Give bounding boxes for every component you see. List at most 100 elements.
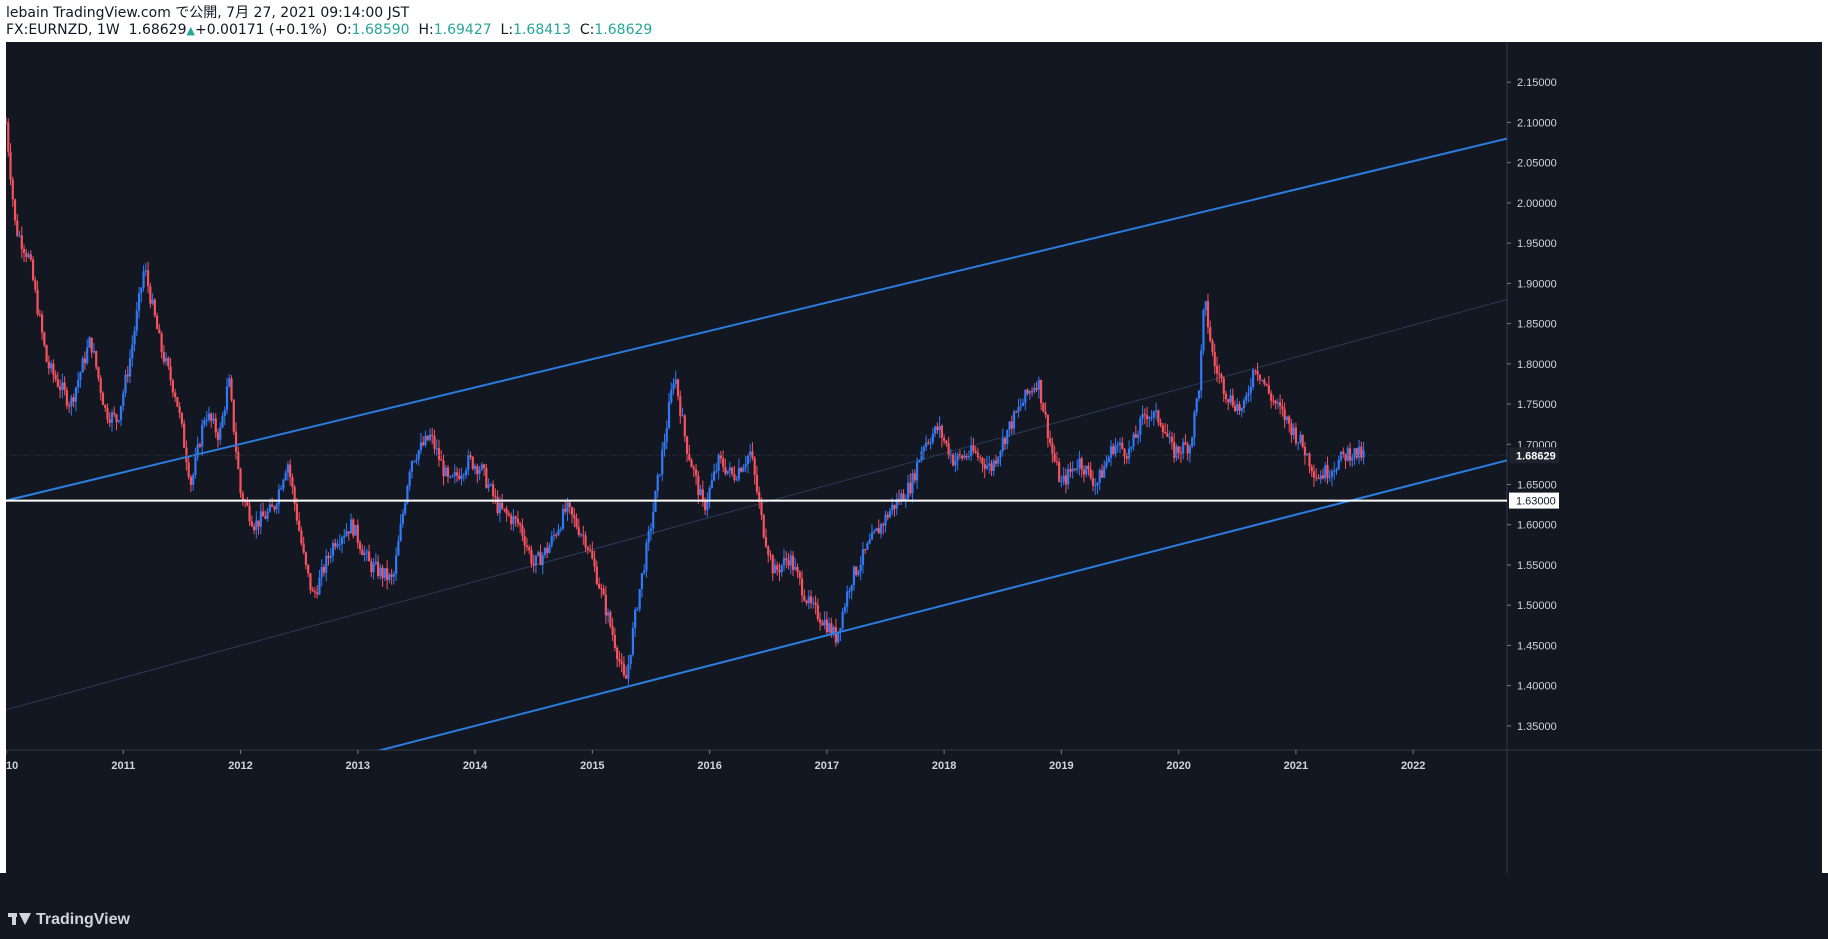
candle-body bbox=[755, 474, 759, 492]
candle-body bbox=[440, 459, 443, 461]
candle-body bbox=[496, 497, 499, 514]
candle-body bbox=[548, 545, 551, 553]
candle-body bbox=[823, 619, 826, 626]
candle-body bbox=[555, 534, 558, 536]
candle-body bbox=[947, 443, 950, 456]
candle-body bbox=[1103, 466, 1106, 478]
candle-body bbox=[1202, 309, 1205, 351]
y-tick-label: 1.45000 bbox=[1517, 640, 1557, 652]
candle-body bbox=[216, 432, 220, 440]
candle-body bbox=[954, 460, 957, 466]
candle-body bbox=[187, 462, 190, 477]
candle-body bbox=[264, 516, 267, 519]
candle-body bbox=[458, 475, 461, 479]
candle-body bbox=[131, 344, 134, 359]
candle-body bbox=[809, 596, 813, 604]
candle-body bbox=[498, 502, 501, 514]
candle-body bbox=[918, 460, 921, 463]
candle-body bbox=[86, 347, 89, 364]
candle-body bbox=[43, 332, 46, 346]
candle-body bbox=[1213, 352, 1216, 366]
candle-body bbox=[113, 412, 116, 415]
candle-body bbox=[934, 426, 937, 434]
candle-body bbox=[512, 516, 515, 525]
candle-body bbox=[1276, 402, 1279, 404]
candle-body bbox=[940, 425, 943, 438]
candle-body bbox=[313, 591, 317, 593]
candle-body bbox=[1008, 421, 1011, 430]
candle-body bbox=[444, 467, 447, 477]
candle-body bbox=[464, 470, 468, 475]
candle-body bbox=[11, 179, 14, 200]
candle-body bbox=[437, 448, 441, 460]
candle-body bbox=[647, 531, 650, 543]
candle-body bbox=[1161, 425, 1164, 433]
candle-body bbox=[40, 314, 44, 333]
candle-body bbox=[591, 550, 594, 559]
candle-body bbox=[95, 351, 98, 368]
branding[interactable]: TradingView bbox=[8, 911, 130, 929]
candle-body bbox=[1306, 453, 1309, 456]
candle-body bbox=[115, 414, 118, 422]
candle-body bbox=[850, 585, 853, 591]
candle-body bbox=[613, 635, 616, 648]
candle-body bbox=[1058, 462, 1061, 482]
candle-body bbox=[510, 515, 513, 525]
symbol-label: FX:EURNZD, 1W bbox=[6, 22, 120, 38]
candle-body bbox=[192, 474, 195, 485]
price-chart[interactable]: 1.35000 1.40000 1.45000 1.50000 1.55000 1.600… bbox=[6, 42, 1822, 873]
candle-body bbox=[135, 310, 138, 331]
candle-body bbox=[1227, 399, 1230, 403]
candle-body bbox=[1292, 427, 1295, 435]
candle-body bbox=[706, 501, 709, 511]
candle-body bbox=[16, 220, 19, 236]
y-tick-label: 2.00000 bbox=[1517, 198, 1557, 210]
x-tick-label: 2022 bbox=[1401, 760, 1425, 772]
candle-body bbox=[126, 374, 129, 377]
brand-name: TradingView bbox=[36, 911, 130, 928]
candle-body bbox=[1168, 436, 1171, 438]
candle-body bbox=[744, 464, 747, 468]
candle-body bbox=[119, 405, 123, 421]
candle-body bbox=[1360, 446, 1363, 458]
candle-body bbox=[866, 543, 869, 550]
candle-body bbox=[782, 558, 786, 566]
candle-body bbox=[140, 287, 143, 294]
candle-body bbox=[1046, 414, 1049, 439]
x-tick-label: 2013 bbox=[346, 760, 370, 772]
candle-body bbox=[952, 454, 955, 466]
candle-body bbox=[390, 574, 393, 577]
candle-body bbox=[289, 464, 292, 478]
candle-body bbox=[597, 584, 601, 589]
candle-body bbox=[994, 460, 998, 464]
candle-body bbox=[122, 392, 125, 406]
candle-body bbox=[207, 413, 211, 420]
candle-body bbox=[1222, 378, 1225, 394]
candle-body bbox=[1204, 301, 1207, 310]
candle-body bbox=[1130, 446, 1133, 449]
candle-body bbox=[963, 455, 966, 459]
candle-body bbox=[616, 647, 619, 659]
candle-body bbox=[117, 420, 120, 422]
candle-body bbox=[261, 511, 265, 517]
candle-body bbox=[471, 457, 474, 469]
y-tick-label: 1.95000 bbox=[1517, 238, 1557, 250]
candle-body bbox=[489, 484, 492, 486]
candle-body bbox=[636, 608, 639, 610]
candle-body bbox=[1297, 442, 1300, 444]
candle-body bbox=[582, 534, 585, 536]
candle-body bbox=[234, 431, 238, 452]
x-tick-label: 2017 bbox=[815, 760, 839, 772]
candle-body bbox=[852, 566, 856, 586]
candle-body bbox=[45, 345, 48, 362]
candle-body bbox=[798, 571, 801, 579]
candle-body bbox=[478, 469, 481, 474]
candle-body bbox=[110, 412, 114, 423]
low-label: L: bbox=[500, 22, 514, 38]
candle-body bbox=[257, 520, 260, 527]
candle-body bbox=[1220, 374, 1223, 379]
candle-body bbox=[318, 577, 321, 595]
support-price-label: 1.63000 bbox=[1516, 496, 1556, 508]
candle-body bbox=[1015, 411, 1018, 413]
candle-body bbox=[557, 529, 560, 535]
